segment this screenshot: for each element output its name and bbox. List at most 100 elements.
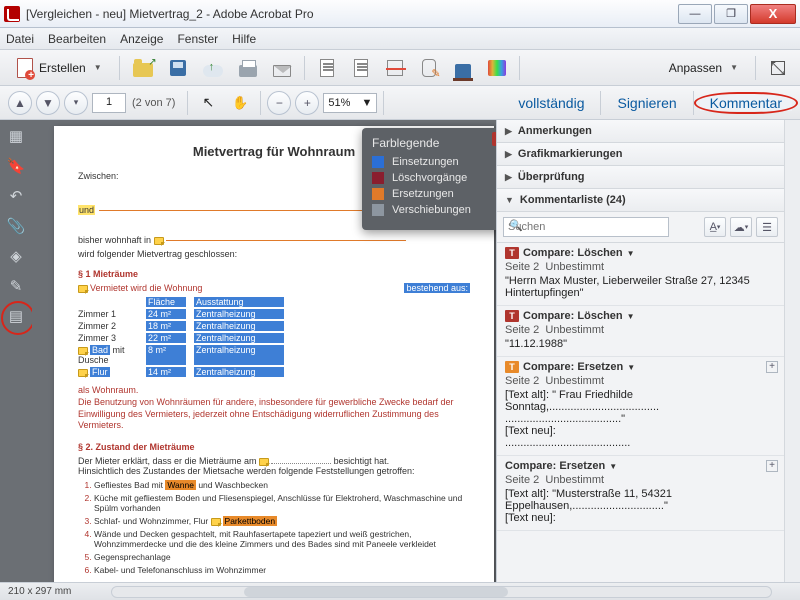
clipboard-edit-icon	[422, 59, 436, 77]
email-button[interactable]	[268, 54, 296, 82]
kommentar-link[interactable]: Kommentar	[700, 95, 792, 111]
options-button[interactable]: ☰	[756, 217, 778, 237]
next-page-button[interactable]: ▼	[36, 91, 60, 115]
scan-icon	[387, 60, 403, 76]
delete-tag-icon: T	[505, 247, 519, 259]
section-grafik[interactable]: ▶Grafikmarkierungen	[497, 143, 784, 166]
expand-comment-button[interactable]: +	[766, 460, 778, 472]
create-button[interactable]: Erstellen ▼	[8, 54, 111, 82]
vollstaendig-link[interactable]: vollständig	[508, 95, 594, 111]
comment-item[interactable]: + Compare: Ersetzen ▼ Seite 2 Unbestimmt…	[497, 456, 784, 531]
section-anmerkungen[interactable]: ▶Anmerkungen	[497, 120, 784, 143]
horizontal-scrollbar[interactable]	[111, 586, 772, 598]
form-button[interactable]	[415, 54, 443, 82]
comment-item[interactable]: + TCompare: Ersetzen ▼ Seite 2 Unbestimm…	[497, 357, 784, 456]
vertical-scrollbar[interactable]	[784, 120, 800, 582]
stamp-button[interactable]	[449, 54, 477, 82]
menu-datei[interactable]: Datei	[6, 32, 34, 46]
list-item: Küche mit gefliestem Boden und Fliesensp…	[94, 493, 470, 513]
signatures-icon[interactable]: ✎	[6, 276, 26, 296]
bookmarks-icon[interactable]: 🔖	[6, 156, 26, 176]
scroll-thumb[interactable]	[244, 587, 507, 597]
note-icon[interactable]	[78, 347, 88, 355]
customize-button[interactable]: Anpassen ▼	[660, 54, 747, 82]
layers-icon[interactable]: ◈	[6, 246, 26, 266]
expand-icon	[771, 61, 785, 75]
chevron-down-icon: ▼	[730, 63, 738, 72]
menu-fenster[interactable]: Fenster	[177, 32, 218, 46]
section-1-heading: § 1 Mieträume	[78, 269, 470, 279]
menu-anzeige[interactable]: Anzeige	[120, 32, 163, 46]
bisher-label: bisher wohnhaft in	[78, 235, 151, 245]
note-icon[interactable]	[154, 237, 164, 245]
list-item: Gefliestes Bad mit Wanne und Waschbecken	[94, 480, 470, 490]
maximize-button[interactable]: ❐	[714, 4, 748, 24]
window-title: [Vergleichen - neu] Mietvertrag_2 - Adob…	[26, 7, 678, 21]
page-total-label: (2 von 7)	[132, 97, 175, 109]
acrobat-icon	[4, 6, 20, 22]
mail-icon	[273, 65, 291, 77]
fullscreen-button[interactable]	[764, 54, 792, 82]
rainbow-icon	[488, 60, 506, 76]
close-button[interactable]: X	[750, 4, 796, 24]
note-icon[interactable]	[211, 518, 221, 526]
chevron-down-icon: ▼	[94, 63, 102, 72]
rooms-table: FlächeAusstattung Zimmer 124 m²Zentralhe…	[78, 297, 470, 377]
thumbnails-icon[interactable]: ▦	[6, 126, 26, 146]
color-button[interactable]	[483, 54, 511, 82]
legend-close-button[interactable]: ✕	[492, 132, 496, 146]
zoom-out-button[interactable]: −	[267, 91, 291, 115]
signieren-link[interactable]: Signieren	[607, 95, 686, 111]
s1-1-label: Vermietet wird die Wohnung	[90, 283, 202, 293]
bestehend-highlight: bestehend aus:	[404, 283, 470, 293]
minimize-button[interactable]: —	[678, 4, 712, 24]
page-number-input[interactable]: 1	[92, 93, 126, 113]
cloud-upload-icon	[203, 65, 223, 77]
sort-button[interactable]: ☁▾	[730, 217, 752, 237]
swatch-replace	[372, 188, 384, 200]
customize-label: Anpassen	[669, 61, 722, 75]
hand-icon: ✋	[232, 95, 248, 111]
note-icon[interactable]	[78, 285, 88, 293]
select-tool[interactable]: ↖	[194, 89, 222, 117]
print-button[interactable]	[234, 54, 262, 82]
attachments-icon[interactable]: 📎	[6, 216, 26, 236]
comment-list[interactable]: TCompare: Löschen ▼ Seite 2 Unbestimmt "…	[497, 243, 784, 582]
note-icon[interactable]	[259, 458, 269, 466]
zoom-in-button[interactable]: +	[295, 91, 319, 115]
bad-highlight: Bad	[90, 345, 110, 355]
zoom-input[interactable]: 51%▼	[323, 93, 377, 113]
color-legend-popup: ✕ Farblegende Einsetzungen Löschvorgänge…	[362, 128, 496, 230]
note-icon[interactable]	[78, 369, 88, 377]
section-kommentarliste[interactable]: ▼Kommentarliste (24)	[497, 189, 784, 212]
section-ueberpruefung[interactable]: ▶Überprüfung	[497, 166, 784, 189]
status-bar: 210 x 297 mm	[0, 582, 800, 600]
create-pdf-button[interactable]	[347, 54, 375, 82]
ocr-button[interactable]	[381, 54, 409, 82]
chevron-down-icon: ▼	[362, 97, 373, 109]
undo-icon[interactable]: ↶	[6, 186, 26, 206]
expand-comment-button[interactable]: +	[766, 361, 778, 373]
folder-open-icon	[133, 63, 153, 77]
export-doc-button[interactable]	[313, 54, 341, 82]
window-titlebar: [Vergleichen - neu] Mietvertrag_2 - Adob…	[0, 0, 800, 28]
print-icon	[239, 65, 257, 77]
comment-search-input[interactable]	[503, 217, 669, 237]
menu-bearbeiten[interactable]: Bearbeiten	[48, 32, 106, 46]
compare-icon[interactable]: ▤	[6, 306, 26, 326]
page-nav-dropdown[interactable]: ▾	[64, 91, 88, 115]
open-button[interactable]	[128, 54, 158, 82]
cursor-icon: ↖	[203, 94, 215, 111]
menu-bar: Datei Bearbeiten Anzeige Fenster Hilfe	[0, 28, 800, 50]
legend-title: Farblegende	[372, 136, 496, 150]
prev-page-button[interactable]: ▲	[8, 91, 32, 115]
swatch-move	[372, 204, 384, 216]
comment-item[interactable]: TCompare: Löschen ▼ Seite 2 Unbestimmt "…	[497, 243, 784, 306]
comment-item[interactable]: TCompare: Löschen ▼ Seite 2 Unbestimmt "…	[497, 306, 784, 357]
menu-hilfe[interactable]: Hilfe	[232, 32, 256, 46]
save-button[interactable]	[164, 54, 192, 82]
cloud-button[interactable]	[198, 54, 228, 82]
document-viewport[interactable]: Mietvertrag für Wohnraum Zwischen: als V…	[32, 120, 496, 582]
hand-tool[interactable]: ✋	[226, 89, 254, 117]
filter-button[interactable]: A̲▾	[704, 217, 726, 237]
